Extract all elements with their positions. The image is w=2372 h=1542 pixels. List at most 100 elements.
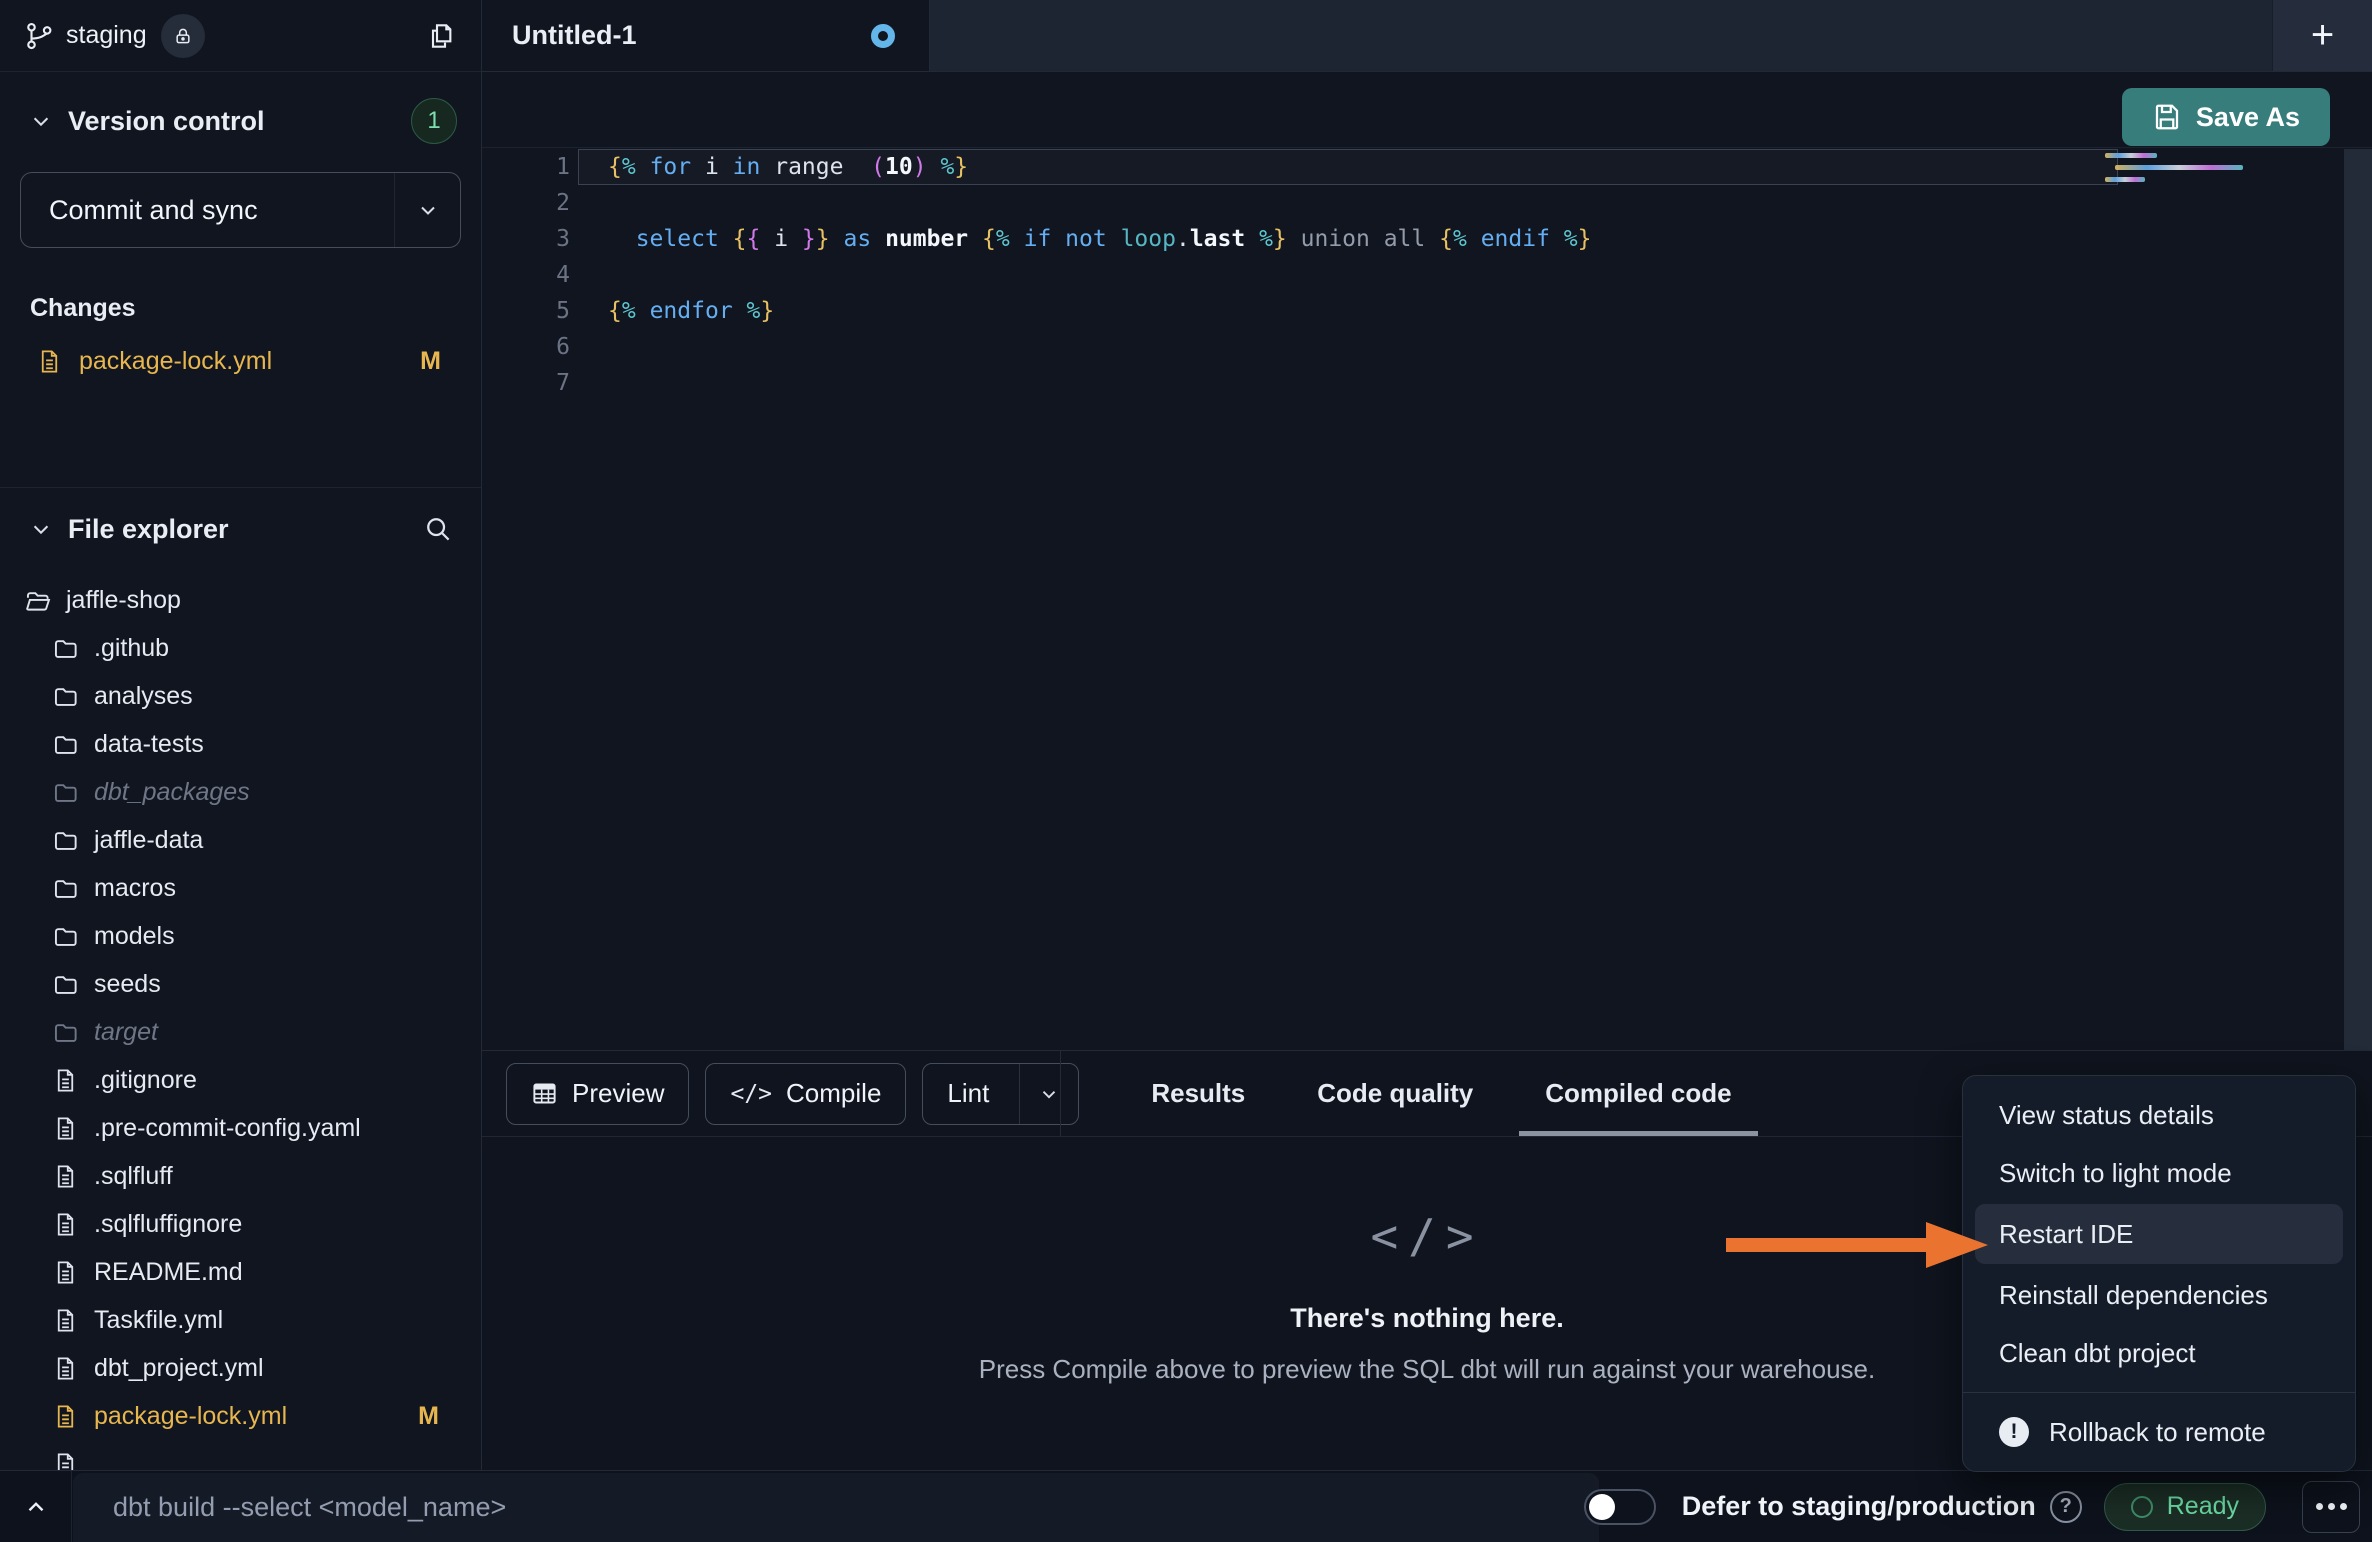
folder-open-icon	[24, 587, 51, 614]
code-icon: </>	[730, 1081, 772, 1107]
results-tab-code-quality[interactable]: Code quality	[1317, 1051, 1473, 1136]
editor-scrollbar[interactable]	[2344, 149, 2372, 1050]
commit-and-sync-button[interactable]: Commit and sync	[20, 172, 461, 248]
file-tree-item-dbt_project.yml[interactable]: dbt_project.yml	[0, 1344, 481, 1392]
file-tree-item-Taskfile.yml[interactable]: Taskfile.yml	[0, 1296, 481, 1344]
preview-button[interactable]: Preview	[506, 1063, 689, 1125]
version-control-header[interactable]: Version control 1	[0, 72, 481, 144]
folder-icon	[52, 779, 79, 806]
unsaved-changes-dot	[871, 24, 895, 48]
file-tree-item-jaffle-shop[interactable]: jaffle-shop	[0, 576, 481, 624]
code-line-6[interactable]: 6	[482, 329, 2342, 365]
save-as-button[interactable]: Save As	[2122, 88, 2330, 146]
file-name: .gitignore	[94, 1066, 197, 1095]
code-line-5[interactable]: 5{% endfor %}	[482, 293, 2342, 329]
file-tree-item-models[interactable]: models	[0, 912, 481, 960]
file-tree-item-macros[interactable]: macros	[0, 864, 481, 912]
line-number: 7	[482, 365, 570, 401]
commit-options-caret[interactable]	[394, 173, 460, 247]
code-text: {% endfor %}	[570, 293, 774, 329]
changes-section-label: Changes	[30, 294, 481, 323]
table-icon	[531, 1080, 558, 1107]
branch-name[interactable]: staging	[66, 21, 147, 50]
code-line-1[interactable]: 1{% for i in range (10) %}	[482, 149, 2342, 185]
file-icon	[52, 1403, 79, 1430]
file-name: .sqlfluff	[94, 1162, 173, 1191]
line-number: 1	[482, 149, 570, 185]
code-text	[570, 257, 608, 293]
file-tree-item-seeds[interactable]: seeds	[0, 960, 481, 1008]
code-line-3[interactable]: 3 select {{ i }} as number {% if not loo…	[482, 221, 2342, 257]
defer-toggle[interactable]	[1584, 1489, 1656, 1525]
code-line-2[interactable]: 2	[482, 185, 2342, 221]
status-badge[interactable]: Ready	[2104, 1483, 2266, 1531]
file-name: analyses	[94, 682, 193, 711]
collapse-panel-button[interactable]	[0, 1471, 72, 1542]
file-tree-item-dbt_packages[interactable]: dbt_packages	[0, 768, 481, 816]
file-name: .github	[94, 634, 169, 663]
changed-file-row[interactable]: package-lock.yml M	[0, 339, 481, 383]
search-icon[interactable]	[423, 514, 453, 544]
modified-badge: M	[418, 1402, 439, 1431]
command-input[interactable]: dbt build --select <model_name>	[73, 1473, 1599, 1542]
file-name: jaffle-data	[94, 826, 203, 855]
file-tree-item-data-tests[interactable]: data-tests	[0, 720, 481, 768]
menu-item-view-status-details[interactable]: View status details	[1963, 1086, 2355, 1144]
commit-button-label: Commit and sync	[21, 195, 258, 226]
more-options-button[interactable]	[2302, 1481, 2360, 1533]
file-tree-item-.sqlfluff[interactable]: .sqlfluff	[0, 1152, 481, 1200]
new-tab-button[interactable]: +	[2272, 0, 2372, 71]
line-number: 5	[482, 293, 570, 329]
help-icon[interactable]: ?	[2050, 1491, 2082, 1523]
compile-label: Compile	[786, 1078, 881, 1109]
version-control-title: Version control	[68, 106, 265, 137]
lint-button[interactable]: Lint	[922, 1063, 1079, 1125]
code-line-7[interactable]: 7	[482, 365, 2342, 401]
file-tree-item-.pre-commit-config.yaml[interactable]: .pre-commit-config.yaml	[0, 1104, 481, 1152]
code-editor[interactable]: Save As 1{% for i in range (10) %}23 sel…	[482, 72, 2372, 1050]
file-icon	[52, 1067, 79, 1094]
menu-item-clean-dbt-project[interactable]: Clean dbt project	[1963, 1324, 2355, 1382]
file-icon	[52, 1211, 79, 1238]
compile-button[interactable]: </> Compile	[705, 1063, 906, 1125]
menu-item-rollback-to-remote[interactable]: !Rollback to remote	[1963, 1403, 2355, 1461]
results-tab-compiled-code[interactable]: Compiled code	[1545, 1051, 1731, 1136]
line-number: 3	[482, 221, 570, 257]
menu-item-switch-to-light-mode[interactable]: Switch to light mode	[1963, 1144, 2355, 1202]
file-name: .pre-commit-config.yaml	[94, 1114, 361, 1143]
menu-item-reinstall-dependencies[interactable]: Reinstall dependencies	[1963, 1266, 2355, 1324]
results-tab-results[interactable]: Results	[1151, 1051, 1245, 1136]
menu-item-restart-ide[interactable]: Restart IDE	[1975, 1204, 2343, 1264]
save-icon	[2152, 102, 2182, 132]
copy-branch-icon[interactable]	[425, 20, 457, 52]
code-line-4[interactable]: 4	[482, 257, 2342, 293]
folder-icon	[52, 923, 79, 950]
file-icon	[36, 348, 63, 375]
file-icon	[52, 1307, 79, 1334]
file-explorer-header[interactable]: File explorer	[0, 488, 481, 554]
file-tree-item-jaffle-data[interactable]: jaffle-data	[0, 816, 481, 864]
file-tree-item-README.md[interactable]: README.md	[0, 1248, 481, 1296]
modified-badge: M	[420, 347, 441, 376]
tab-untitled-1[interactable]: Untitled-1	[482, 0, 930, 71]
file-tree-item-partial[interactable]	[0, 1440, 481, 1470]
folder-icon	[52, 683, 79, 710]
file-name: Taskfile.yml	[94, 1306, 223, 1335]
file-icon	[52, 1115, 79, 1142]
file-tree-item-.gitignore[interactable]: .gitignore	[0, 1056, 481, 1104]
status-ring-icon	[2131, 1496, 2153, 1518]
preview-label: Preview	[572, 1078, 664, 1109]
file-tree-item-package-lock.yml[interactable]: package-lock.ymlM	[0, 1392, 481, 1440]
changed-file-name: package-lock.yml	[79, 347, 272, 376]
folder-icon	[52, 875, 79, 902]
file-tree-item-.sqlfluffignore[interactable]: .sqlfluffignore	[0, 1200, 481, 1248]
file-tree-item-analyses[interactable]: analyses	[0, 672, 481, 720]
file-tree: jaffle-shop.githubanalysesdata-testsdbt_…	[0, 576, 481, 1470]
file-tree-item-target[interactable]: target	[0, 1008, 481, 1056]
file-name: target	[94, 1018, 158, 1047]
chevron-down-icon	[30, 110, 52, 132]
file-tree-item-.github[interactable]: .github	[0, 624, 481, 672]
folder-icon	[52, 827, 79, 854]
chevron-up-icon	[23, 1494, 49, 1520]
lint-options-caret[interactable]	[1019, 1064, 1078, 1124]
